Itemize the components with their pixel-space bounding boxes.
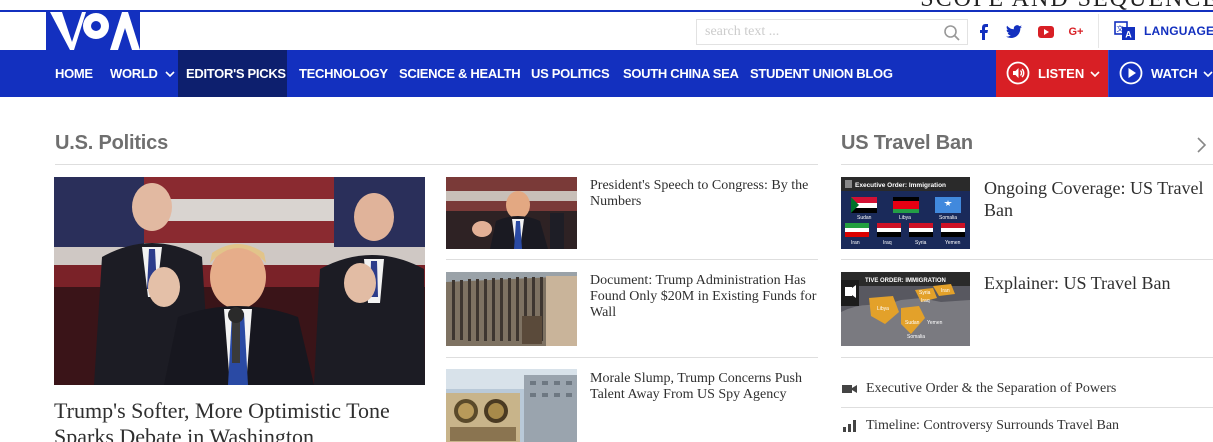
nav-us-politics[interactable]: US POLITICS xyxy=(531,50,610,97)
thumb-country-label: Sudan xyxy=(857,215,872,221)
google-plus-icon[interactable]: G+ xyxy=(1066,22,1086,42)
chevron-down-icon xyxy=(165,71,175,78)
languages-label: LANGUAGES xyxy=(1144,24,1213,38)
story-divider xyxy=(841,357,1213,358)
main-nav: HOME WORLD EDITOR'S PICKS TECHNOLOGY SCI… xyxy=(0,50,1213,97)
chevron-down-icon xyxy=(1203,71,1213,78)
story-headline[interactable]: Morale Slump, Trump Concerns Push Talent… xyxy=(590,371,815,403)
translate-icon: A 文 xyxy=(1114,21,1135,40)
thumb-country-label: Yemen xyxy=(927,320,943,326)
nav-world[interactable]: WORLD xyxy=(110,50,175,97)
story-divider xyxy=(841,259,1213,260)
search-input[interactable] xyxy=(697,20,937,44)
thumb-country-label: Sudan xyxy=(905,320,920,326)
related-link-label: Timeline: Controversy Surrounds Travel B… xyxy=(866,418,1120,433)
thumb-country-label: Libya xyxy=(877,306,889,312)
thumb-country-label: Iran xyxy=(851,240,860,246)
section-title-us-politics: U.S. Politics xyxy=(55,132,168,154)
nav-home[interactable]: HOME xyxy=(55,50,93,97)
story-headline[interactable]: Explainer: US Travel Ban xyxy=(984,272,1213,294)
watch-button[interactable]: WATCH xyxy=(1108,50,1213,97)
voa-logo[interactable] xyxy=(46,12,140,50)
related-link[interactable]: Executive Order & the Separation of Powe… xyxy=(842,381,1116,397)
thumb-caption: Executive Order: Immigration xyxy=(855,182,946,189)
listen-button[interactable]: LISTEN xyxy=(996,50,1108,97)
divider xyxy=(1098,14,1099,48)
nav-south-china-sea[interactable]: SOUTH CHINA SEA xyxy=(623,50,739,97)
section-title-us-travel-ban: US Travel Ban xyxy=(841,132,973,154)
section-rule xyxy=(841,164,1213,165)
story-headline[interactable]: Document: Trump Administration Has Found… xyxy=(590,273,820,321)
thumb-country-label: Somalia xyxy=(907,334,925,340)
related-link-label: Executive Order & the Separation of Powe… xyxy=(866,381,1117,396)
chevron-right-icon[interactable] xyxy=(1195,136,1207,154)
chevron-down-icon xyxy=(1090,71,1100,78)
facebook-icon[interactable] xyxy=(974,22,994,42)
thumb-country-label: Syria xyxy=(919,290,931,296)
search-icon[interactable] xyxy=(943,24,961,42)
thumb-country-label: Iran xyxy=(941,288,950,294)
audio-icon xyxy=(1006,61,1030,85)
story-headline[interactable]: Ongoing Coverage: US Travel Ban xyxy=(984,177,1209,221)
nav-editors-picks[interactable]: EDITOR'S PICKS xyxy=(178,50,287,97)
lead-story-image[interactable] xyxy=(54,177,425,385)
svg-text:A: A xyxy=(1125,30,1132,40)
search-box xyxy=(696,19,968,45)
play-icon xyxy=(1119,61,1143,85)
thumb-country-label: Libya xyxy=(899,215,911,221)
svg-text:文: 文 xyxy=(1117,24,1124,33)
link-divider xyxy=(841,407,1213,408)
listen-label: LISTEN xyxy=(1038,66,1085,81)
story-headline[interactable]: President's Speech to Congress: By the N… xyxy=(590,178,815,210)
thumb-country-label: Iraq xyxy=(883,240,892,246)
thumb-country-label: Yemen xyxy=(945,240,961,246)
related-link[interactable]: Timeline: Controversy Surrounds Travel B… xyxy=(842,418,1119,434)
languages-button[interactable]: A 文 LANGUAGES xyxy=(1114,20,1213,42)
watch-label: WATCH xyxy=(1151,66,1198,81)
youtube-icon[interactable] xyxy=(1036,22,1056,42)
thumb-caption: TIVE ORDER: IMMIGRATION xyxy=(865,278,946,284)
video-icon xyxy=(842,385,857,393)
nav-student-union-blog[interactable]: STUDENT UNION BLOG xyxy=(750,50,893,97)
story-thumbnail[interactable]: TIVE ORDER: IMMIGRATION Syria Iraq Iran … xyxy=(841,272,970,346)
bar-chart-icon xyxy=(843,420,856,432)
thumb-country-label: Somalia xyxy=(939,215,957,221)
story-thumbnail[interactable] xyxy=(446,369,577,442)
section-rule xyxy=(55,164,818,165)
story-divider xyxy=(446,259,818,260)
twitter-icon[interactable] xyxy=(1004,22,1024,42)
story-thumbnail[interactable] xyxy=(446,272,577,346)
thumb-country-label: Syria xyxy=(915,240,927,246)
story-thumbnail[interactable]: Executive Order: Immigration Sudan Libya… xyxy=(841,177,970,249)
thumb-country-label: Iraq xyxy=(921,298,930,304)
lead-story-headline[interactable]: Trump's Softer, More Optimistic Tone Spa… xyxy=(54,398,424,442)
top-bar xyxy=(0,12,1213,50)
story-thumbnail[interactable] xyxy=(446,177,577,249)
nav-science-health[interactable]: SCIENCE & HEALTH xyxy=(399,50,521,97)
nav-technology[interactable]: TECHNOLOGY xyxy=(299,50,388,97)
story-divider xyxy=(446,357,818,358)
